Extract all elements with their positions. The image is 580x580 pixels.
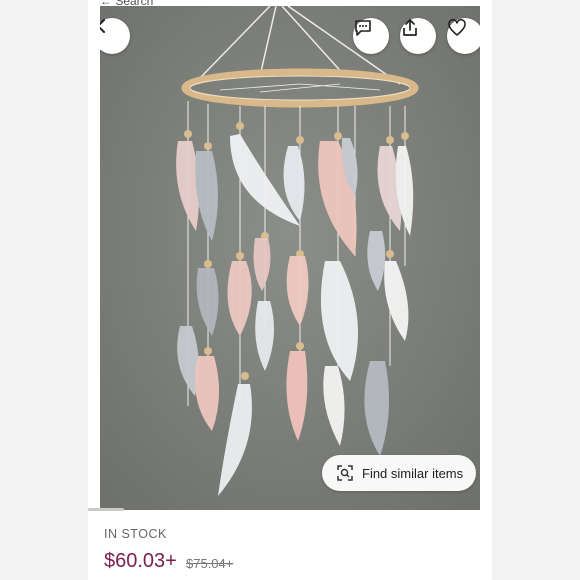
share-icon xyxy=(403,19,417,36)
carousel-indicator xyxy=(88,508,124,511)
feather-mobile-illustration xyxy=(100,6,480,510)
message-icon xyxy=(355,20,371,36)
original-price: $75.04+ xyxy=(186,556,234,571)
camera-search-icon xyxy=(337,465,353,481)
favorite-button[interactable] xyxy=(447,18,480,54)
share-button[interactable] xyxy=(400,18,436,54)
find-similar-button[interactable]: Find similar items xyxy=(322,455,476,491)
app-screen: ← Search Find similar items xyxy=(88,0,492,580)
chevron-left-icon xyxy=(100,19,105,33)
heart-icon xyxy=(448,18,466,36)
current-price: $60.03+ xyxy=(104,550,177,572)
product-image[interactable] xyxy=(100,6,480,510)
feedback-button[interactable] xyxy=(353,18,389,54)
stock-status: IN STOCK xyxy=(104,527,167,541)
find-similar-label: Find similar items xyxy=(362,465,464,481)
